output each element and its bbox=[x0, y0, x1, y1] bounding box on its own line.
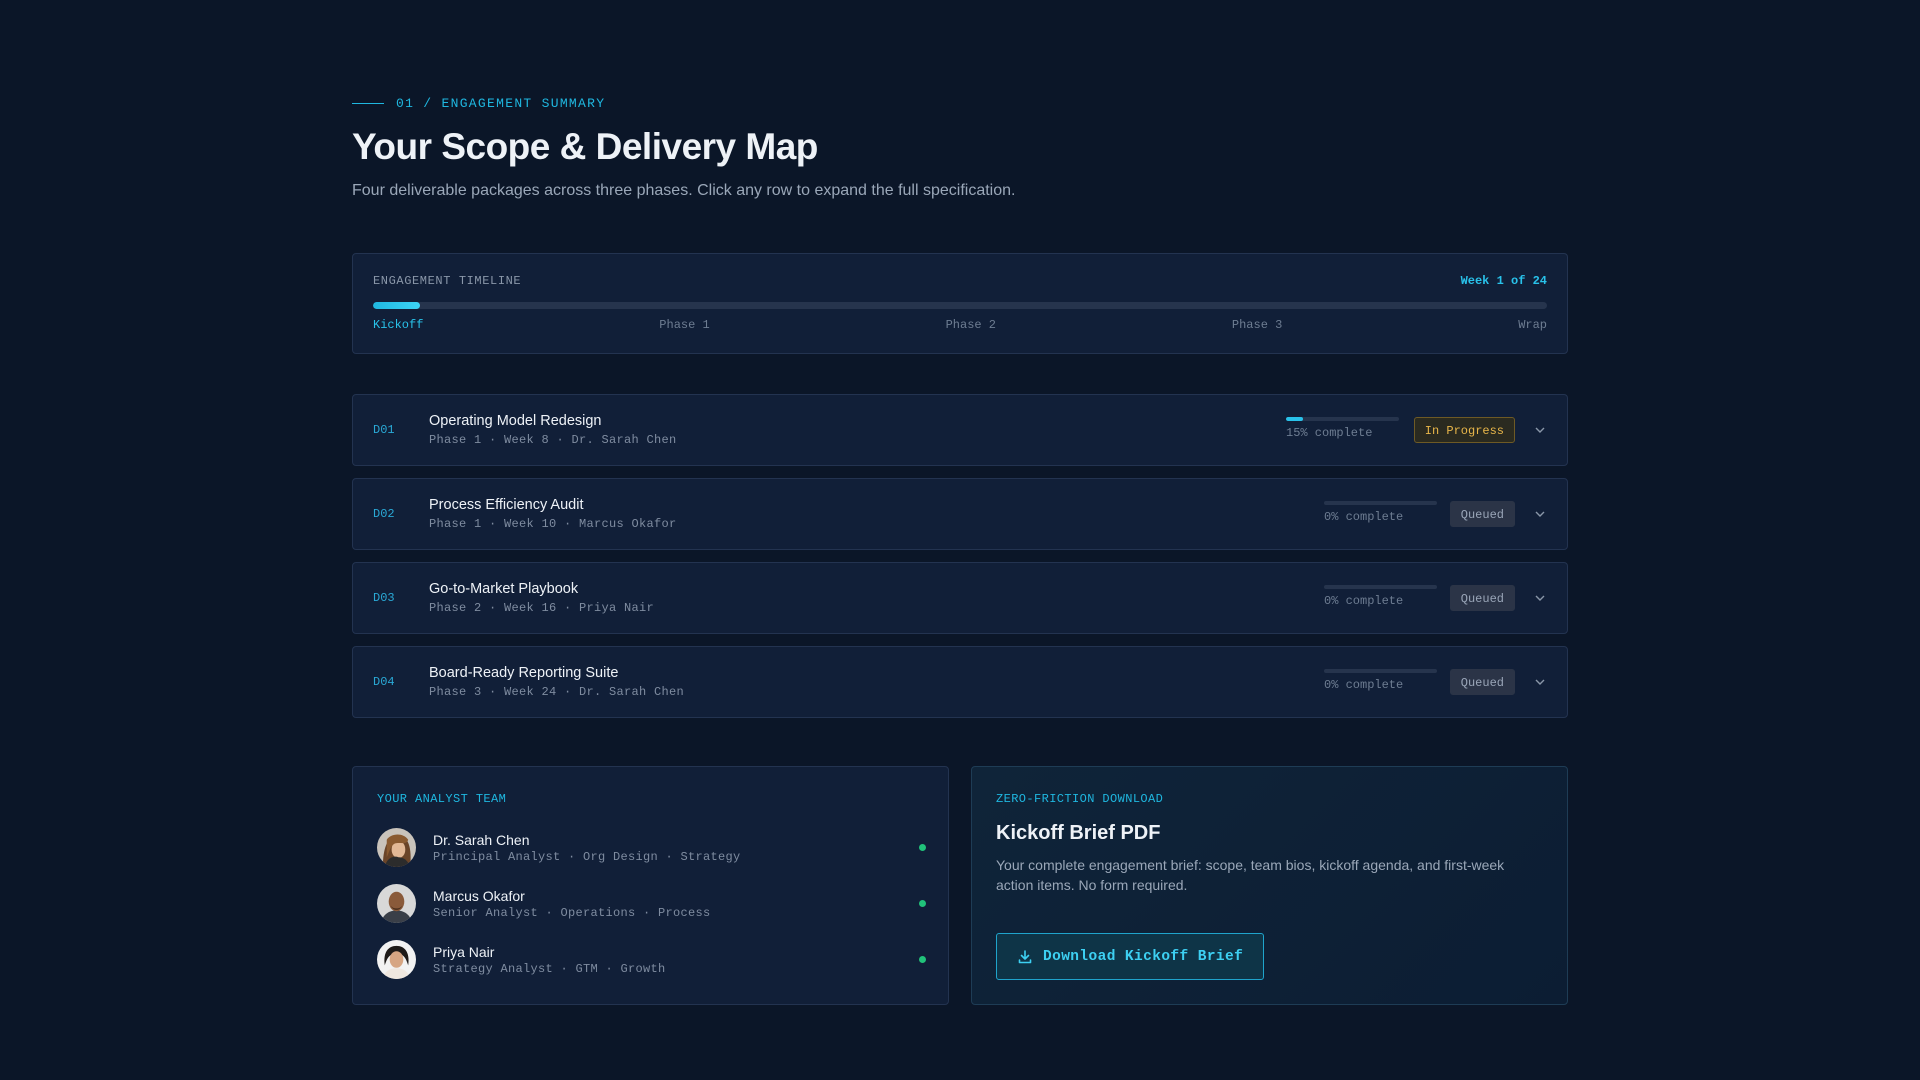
chevron-down-icon[interactable] bbox=[1533, 591, 1547, 605]
phase-kickoff: Kickoff bbox=[373, 318, 424, 332]
timeline-track bbox=[373, 302, 1547, 309]
member-name: Dr. Sarah Chen bbox=[433, 832, 530, 848]
progress-bar bbox=[1286, 417, 1399, 421]
progress-label: 15% complete bbox=[1286, 426, 1373, 440]
status-badge: Queued bbox=[1449, 501, 1515, 527]
avatar-priya bbox=[377, 940, 416, 979]
member-role: Senior Analyst · Operations · Process bbox=[433, 906, 711, 920]
deliverables-list: D01 Operating Model Redesign Phase 1 · W… bbox=[352, 394, 1568, 730]
phase-3: Phase 3 bbox=[1231, 318, 1283, 332]
team-member[interactable]: Dr. Sarah Chen Principal Analyst · Org D… bbox=[377, 828, 926, 870]
deliverable-progress: 0% complete bbox=[1324, 501, 1437, 524]
status-badge: In Progress bbox=[1413, 417, 1515, 443]
timeline-fill bbox=[373, 302, 420, 309]
online-status-dot bbox=[919, 844, 926, 851]
phase-2: Phase 2 bbox=[945, 318, 997, 332]
avatar-marcus bbox=[377, 884, 416, 923]
deliverable-meta: Phase 1 · Week 10 · Marcus Okafor bbox=[429, 517, 677, 531]
deliverable-code: D02 bbox=[373, 507, 395, 521]
timeline-label: ENGAGEMENT TIMELINE bbox=[373, 274, 522, 288]
status-badge: Queued bbox=[1449, 669, 1515, 695]
deliverable-code: D03 bbox=[373, 591, 395, 605]
deliverable-row-d03[interactable]: D03 Go-to-Market Playbook Phase 2 · Week… bbox=[352, 562, 1568, 634]
progress-label: 0% complete bbox=[1324, 678, 1404, 692]
member-role: Principal Analyst · Org Design · Strateg… bbox=[433, 850, 741, 864]
engagement-timeline: ENGAGEMENT TIMELINE Week 1 of 24 Kickoff… bbox=[352, 253, 1568, 354]
download-button-label: Download Kickoff Brief bbox=[1043, 948, 1244, 965]
deliverable-name: Go-to-Market Playbook bbox=[429, 581, 579, 597]
deliverable-progress: 15% complete bbox=[1286, 417, 1399, 440]
download-title: Kickoff Brief PDF bbox=[996, 822, 1161, 844]
progress-bar bbox=[1324, 669, 1437, 673]
eyebrow-text: 01 / ENGAGEMENT SUMMARY bbox=[396, 96, 606, 111]
online-status-dot bbox=[919, 956, 926, 963]
deliverable-progress: 0% complete bbox=[1324, 669, 1437, 692]
deliverable-meta: Phase 1 · Week 8 · Dr. Sarah Chen bbox=[429, 433, 677, 447]
download-icon bbox=[1018, 949, 1032, 963]
team-member[interactable]: Marcus Okafor Senior Analyst · Operation… bbox=[377, 884, 926, 926]
eyebrow-line bbox=[352, 103, 384, 104]
timeline-phases: Kickoff Phase 1 Phase 2 Phase 3 Wrap bbox=[373, 318, 1547, 332]
download-label: ZERO-FRICTION DOWNLOAD bbox=[996, 792, 1164, 806]
kickoff-download-card: ZERO-FRICTION DOWNLOAD Kickoff Brief PDF… bbox=[971, 766, 1568, 1005]
deliverable-name: Operating Model Redesign bbox=[429, 413, 602, 429]
member-name: Priya Nair bbox=[433, 944, 495, 960]
status-badge: Queued bbox=[1449, 585, 1515, 611]
deliverable-meta: Phase 3 · Week 24 · Dr. Sarah Chen bbox=[429, 685, 685, 699]
progress-label: 0% complete bbox=[1324, 594, 1404, 608]
deliverable-row-d04[interactable]: D04 Board-Ready Reporting Suite Phase 3 … bbox=[352, 646, 1568, 718]
deliverable-code: D04 bbox=[373, 675, 395, 689]
download-kickoff-brief-button[interactable]: Download Kickoff Brief bbox=[996, 933, 1265, 980]
timeline-week: Week 1 of 24 bbox=[1460, 274, 1547, 288]
progress-fill bbox=[1286, 417, 1303, 421]
progress-bar bbox=[1324, 585, 1437, 589]
team-member[interactable]: Priya Nair Strategy Analyst · GTM · Grow… bbox=[377, 940, 926, 982]
chevron-down-icon[interactable] bbox=[1533, 675, 1547, 689]
phase-wrap: Wrap bbox=[1518, 318, 1547, 332]
chevron-down-icon[interactable] bbox=[1533, 423, 1547, 437]
deliverable-row-d01[interactable]: D01 Operating Model Redesign Phase 1 · W… bbox=[352, 394, 1568, 466]
deliverable-name: Board-Ready Reporting Suite bbox=[429, 665, 619, 681]
download-description: Your complete engagement brief: scope, t… bbox=[996, 857, 1505, 893]
deliverable-name: Process Efficiency Audit bbox=[429, 497, 584, 513]
member-role: Strategy Analyst · GTM · Growth bbox=[433, 962, 666, 976]
page-title: Your Scope & Delivery Map bbox=[352, 126, 818, 167]
deliverable-row-d02[interactable]: D02 Process Efficiency Audit Phase 1 · W… bbox=[352, 478, 1568, 550]
online-status-dot bbox=[919, 900, 926, 907]
page-subtitle: Four deliverable packages across three p… bbox=[352, 182, 1016, 199]
member-name: Marcus Okafor bbox=[433, 888, 525, 904]
section-eyebrow: 01 / ENGAGEMENT SUMMARY bbox=[352, 96, 605, 111]
deliverable-progress: 0% complete bbox=[1324, 585, 1437, 608]
deliverable-meta: Phase 2 · Week 16 · Priya Nair bbox=[429, 601, 655, 615]
progress-bar bbox=[1324, 501, 1437, 505]
phase-1: Phase 1 bbox=[659, 318, 710, 332]
analyst-team-card: YOUR ANALYST TEAM Dr. Sarah Chen Princip… bbox=[352, 766, 949, 1005]
team-label: YOUR ANALYST TEAM bbox=[377, 792, 507, 806]
avatar-sarah bbox=[377, 828, 416, 867]
progress-label: 0% complete bbox=[1324, 510, 1404, 524]
deliverable-code: D01 bbox=[373, 423, 395, 437]
chevron-down-icon[interactable] bbox=[1533, 507, 1547, 521]
